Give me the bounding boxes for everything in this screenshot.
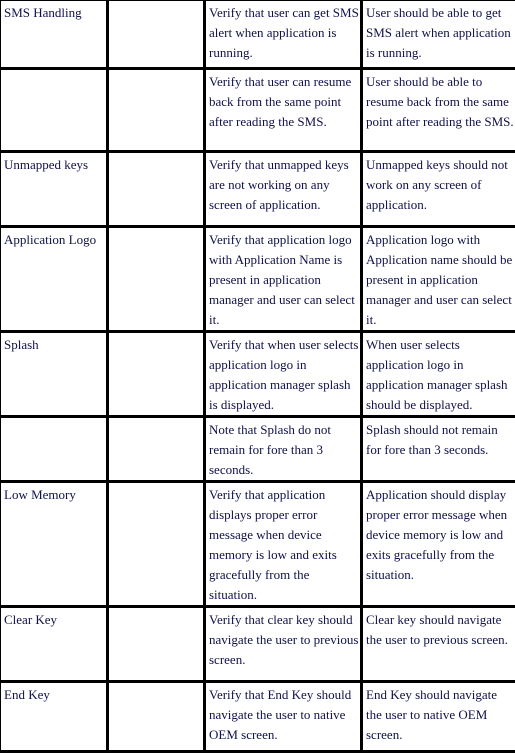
- table-row: Note that Splash do not remain for fore …: [0, 417, 515, 482]
- cell-expected: User should be able to resume back from …: [362, 69, 515, 152]
- cell-feature: Clear Key: [0, 607, 108, 682]
- cell-test: Verify that user can get SMS alert when …: [205, 0, 362, 69]
- cell-expected: End Key should navigate the user to nati…: [362, 682, 515, 752]
- cell-notes: [108, 482, 205, 607]
- cell-test: Verify that application displays proper …: [205, 482, 362, 607]
- cell-feature: [0, 417, 108, 482]
- cell-feature: Low Memory: [0, 482, 108, 607]
- cell-expected: User should be able to get SMS alert whe…: [362, 0, 515, 69]
- cell-notes: [108, 0, 205, 69]
- cell-feature: Application Logo: [0, 227, 108, 332]
- table-row: Unmapped keys Verify that unmapped keys a…: [0, 152, 515, 227]
- cell-feature: [0, 69, 108, 152]
- cell-test: Verify that clear key should navigate th…: [205, 607, 362, 682]
- cell-expected: Application should display proper error …: [362, 482, 515, 607]
- cell-expected: Application logo with Application name s…: [362, 227, 515, 332]
- table-row: Low Memory Verify that application displa…: [0, 482, 515, 607]
- table-row: Verify that user can resume back from th…: [0, 69, 515, 152]
- cell-notes: [108, 417, 205, 482]
- cell-test: Verify that unmapped keys are not workin…: [205, 152, 362, 227]
- cell-notes: [108, 227, 205, 332]
- cell-feature: Splash: [0, 332, 108, 417]
- table-row: End Key Verify that End Key should naviga…: [0, 682, 515, 752]
- cell-expected: Splash should not remain for fore than 3…: [362, 417, 515, 482]
- cell-test: Verify that End Key should navigate the …: [205, 682, 362, 752]
- cell-test: Note that Splash do not remain for fore …: [205, 417, 362, 482]
- table-row: Clear Key Verify that clear key should na…: [0, 607, 515, 682]
- cell-feature: SMS Handling: [0, 0, 108, 69]
- table-row: Splash Verify that when user selects appl…: [0, 332, 515, 417]
- table-row: Application Logo Verify that application …: [0, 227, 515, 332]
- cell-test: Verify that user can resume back from th…: [205, 69, 362, 152]
- cell-notes: [108, 332, 205, 417]
- table-row: SMS Handling Verify that user can get SMS…: [0, 0, 515, 69]
- cell-expected: Unmapped keys should not work on any scr…: [362, 152, 515, 227]
- cell-notes: [108, 682, 205, 752]
- cell-notes: [108, 607, 205, 682]
- cell-feature: End Key: [0, 682, 108, 752]
- cell-expected: Clear key should navigate the user to pr…: [362, 607, 515, 682]
- test-case-table: SMS Handling Verify that user can get SMS…: [0, 0, 515, 753]
- cell-test: Verify that when user selects applicatio…: [205, 332, 362, 417]
- cell-notes: [108, 69, 205, 152]
- cell-expected: When user selects application logo in ap…: [362, 332, 515, 417]
- cell-test: Verify that application logo with Applic…: [205, 227, 362, 332]
- cell-notes: [108, 152, 205, 227]
- cell-feature: Unmapped keys: [0, 152, 108, 227]
